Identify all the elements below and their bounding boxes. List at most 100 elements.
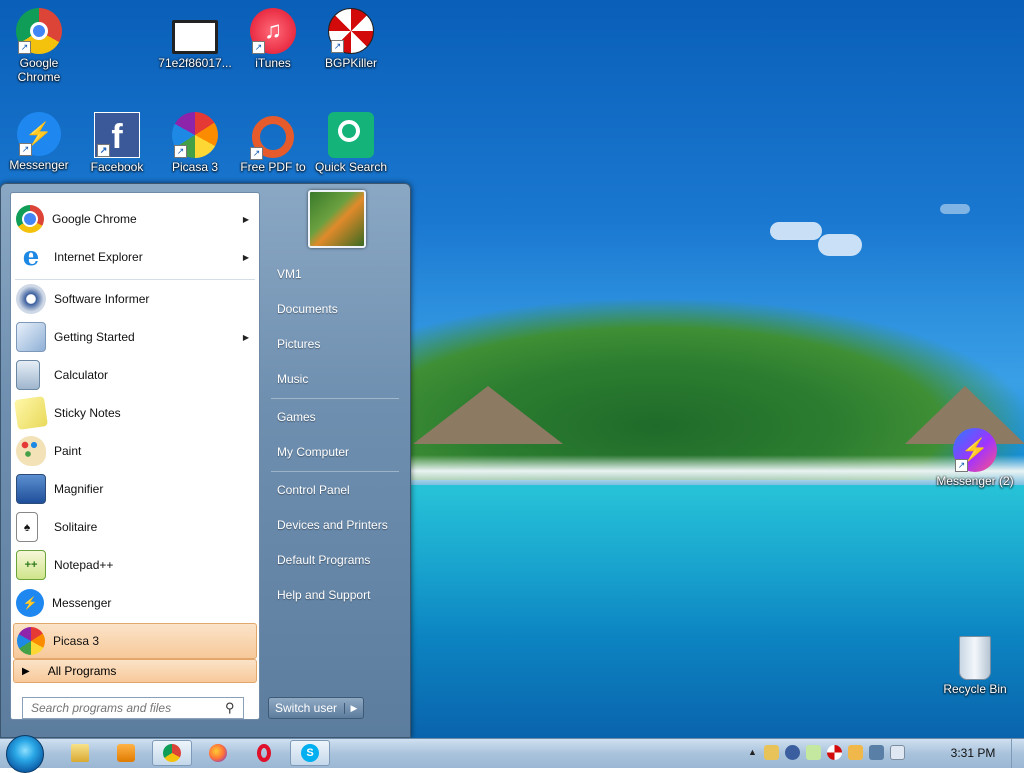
taskbar-explorer-button[interactable] bbox=[60, 740, 100, 766]
explorer-icon bbox=[71, 744, 89, 762]
places-item-music[interactable]: Music bbox=[267, 364, 407, 394]
desktop-icon-itunes[interactable]: ♫ ↗ iTunes bbox=[234, 8, 312, 70]
switch-user-button[interactable]: Switch user ▶ bbox=[268, 697, 364, 719]
places-item-my-computer[interactable]: My Computer bbox=[267, 437, 407, 467]
desktop-icon-messenger[interactable]: ⚡ ↗ Messenger bbox=[0, 112, 78, 172]
getting-started-icon bbox=[16, 322, 46, 352]
menu-item-label: Notepad++ bbox=[54, 558, 114, 572]
desktop-icon-google-chrome[interactable]: ↗ Google Chrome bbox=[0, 8, 78, 84]
desktop-icon-recycle-bin[interactable]: Recycle Bin bbox=[936, 636, 1014, 696]
places-item-documents[interactable]: Documents bbox=[267, 294, 407, 324]
cloud bbox=[818, 234, 862, 256]
desktop-icon-label: 71e2f86017... bbox=[158, 56, 232, 70]
paint-icon bbox=[16, 436, 46, 466]
menu-item-label: Solitaire bbox=[54, 520, 98, 534]
calculator-icon bbox=[16, 360, 40, 390]
switch-user-arrow-icon[interactable]: ▶ bbox=[344, 702, 363, 714]
system-tray: ▲ bbox=[748, 745, 905, 760]
places-item-control-panel[interactable]: Control Panel bbox=[267, 475, 407, 505]
shortcut-arrow-icon: ↗ bbox=[250, 147, 263, 160]
submenu-arrow-icon: ▶ bbox=[242, 214, 249, 224]
itunes-icon: ♫ ↗ bbox=[250, 8, 296, 54]
all-programs-button[interactable]: ▶ All Programs bbox=[13, 659, 257, 683]
word-icon[interactable] bbox=[764, 745, 779, 760]
volume-icon[interactable] bbox=[890, 745, 905, 760]
menu-item-picasa[interactable]: Picasa 3 bbox=[13, 623, 257, 659]
user-avatar[interactable] bbox=[308, 190, 366, 248]
bgpkiller-icon: ↗ bbox=[328, 8, 374, 54]
chrome-icon: ↗ bbox=[16, 8, 62, 54]
bgpkiller-tray-icon[interactable] bbox=[827, 745, 842, 760]
menu-item-paint[interactable]: Paint bbox=[13, 433, 257, 469]
picasa-icon bbox=[17, 627, 45, 655]
notes-tray-icon[interactable] bbox=[806, 745, 821, 760]
pencil-tray-icon[interactable] bbox=[848, 745, 863, 760]
opera-icon bbox=[257, 744, 271, 762]
shortcut-arrow-icon: ↗ bbox=[97, 144, 110, 157]
sticky-notes-icon bbox=[14, 396, 48, 430]
desktop-icon-free-pdf[interactable]: ↗ Free PDF to bbox=[234, 112, 312, 174]
shortcut-arrow-icon: ↗ bbox=[331, 40, 344, 53]
shortcut-arrow-icon: ↗ bbox=[252, 41, 265, 54]
places-item-games[interactable]: Games bbox=[267, 402, 407, 432]
taskbar-firefox-button[interactable] bbox=[198, 740, 238, 766]
search-box[interactable]: ⚲ bbox=[22, 697, 244, 719]
menu-item-notepadpp[interactable]: ++ Notepad++ bbox=[13, 547, 257, 583]
menu-item-magnifier[interactable]: Magnifier bbox=[13, 471, 257, 507]
show-hidden-icons-arrow-icon[interactable]: ▲ bbox=[748, 745, 758, 760]
start-button[interactable] bbox=[6, 735, 44, 773]
pdf-converter-icon: ↗ bbox=[250, 116, 294, 160]
taskbar-skype-button[interactable]: S bbox=[290, 740, 330, 766]
menu-item-internet-explorer[interactable]: e Internet Explorer ▶ bbox=[13, 239, 257, 275]
menu-item-messenger[interactable]: ⚡ Messenger bbox=[13, 585, 257, 621]
menu-item-solitaire[interactable]: ♠ Solitaire bbox=[13, 509, 257, 545]
chrome-icon bbox=[16, 205, 44, 233]
recycle-bin-icon bbox=[959, 636, 991, 680]
places-item-help-support[interactable]: Help and Support bbox=[267, 580, 407, 610]
magnifier-icon bbox=[16, 474, 46, 504]
shortcut-arrow-icon: ↗ bbox=[174, 145, 187, 158]
ie-icon: e bbox=[22, 242, 40, 272]
desktop-icon-messenger-2[interactable]: ⚡ ↗ Messenger (2) bbox=[936, 428, 1014, 488]
firefox-icon bbox=[209, 744, 227, 762]
desktop-icon-quick-search[interactable]: Quick Search bbox=[312, 112, 390, 174]
cloud bbox=[770, 222, 822, 240]
menu-item-google-chrome[interactable]: Google Chrome ▶ bbox=[13, 201, 257, 237]
network-icon[interactable] bbox=[869, 745, 884, 760]
show-desktop-button[interactable] bbox=[1011, 739, 1024, 768]
picasa-icon: ↗ bbox=[172, 112, 218, 158]
software-informer-tray-icon[interactable] bbox=[785, 745, 800, 760]
desktop-icon-label: Free PDF to bbox=[240, 160, 306, 174]
desktop-icon-video-file[interactable]: 71e2f86017... bbox=[156, 8, 234, 70]
messenger-icon: ⚡ bbox=[16, 589, 44, 617]
taskbar-opera-button[interactable] bbox=[244, 740, 284, 766]
desktop-icon-label: Recycle Bin bbox=[943, 682, 1007, 696]
places-item-pictures[interactable]: Pictures bbox=[267, 329, 407, 359]
media-player-icon bbox=[117, 744, 135, 762]
menu-item-label: Paint bbox=[54, 444, 82, 458]
messenger-icon: ⚡ ↗ bbox=[17, 112, 61, 156]
desktop-icon-bgpkiller[interactable]: ↗ BGPKiller bbox=[312, 8, 390, 70]
desktop-icon-facebook[interactable]: f ↗ Facebook bbox=[78, 112, 156, 174]
desktop-icon-label: BGPKiller bbox=[324, 56, 377, 70]
taskbar-media-player-button[interactable] bbox=[106, 740, 146, 766]
menu-item-label: Picasa 3 bbox=[53, 634, 100, 648]
menu-item-calculator[interactable]: Calculator bbox=[13, 357, 257, 393]
shortcut-arrow-icon: ↗ bbox=[18, 41, 31, 54]
places-item-devices-printers[interactable]: Devices and Printers bbox=[267, 510, 407, 540]
search-icon[interactable]: ⚲ bbox=[225, 700, 235, 716]
taskbar-chrome-button[interactable] bbox=[152, 740, 192, 766]
submenu-arrow-icon: ▶ bbox=[242, 332, 249, 342]
places-item-default-programs[interactable]: Default Programs bbox=[267, 545, 407, 575]
desktop-icon-picasa[interactable]: ↗ Picasa 3 bbox=[156, 112, 234, 174]
menu-item-getting-started[interactable]: Getting Started ▶ bbox=[13, 319, 257, 355]
menu-item-sticky-notes[interactable]: Sticky Notes bbox=[13, 395, 257, 431]
taskbar-clock[interactable]: 3:31 PM bbox=[938, 746, 1008, 760]
menu-item-label: Messenger bbox=[52, 596, 112, 610]
menu-item-software-informer[interactable]: Software Informer bbox=[13, 281, 257, 317]
search-input[interactable] bbox=[29, 700, 223, 716]
taskbar: S ▲ 3:31 PM bbox=[0, 735, 1024, 773]
notepadpp-icon: ++ bbox=[16, 550, 46, 580]
places-item-user[interactable]: VM1 bbox=[267, 259, 407, 289]
start-menu: Google Chrome ▶ e Internet Explorer ▶ So… bbox=[0, 183, 411, 738]
